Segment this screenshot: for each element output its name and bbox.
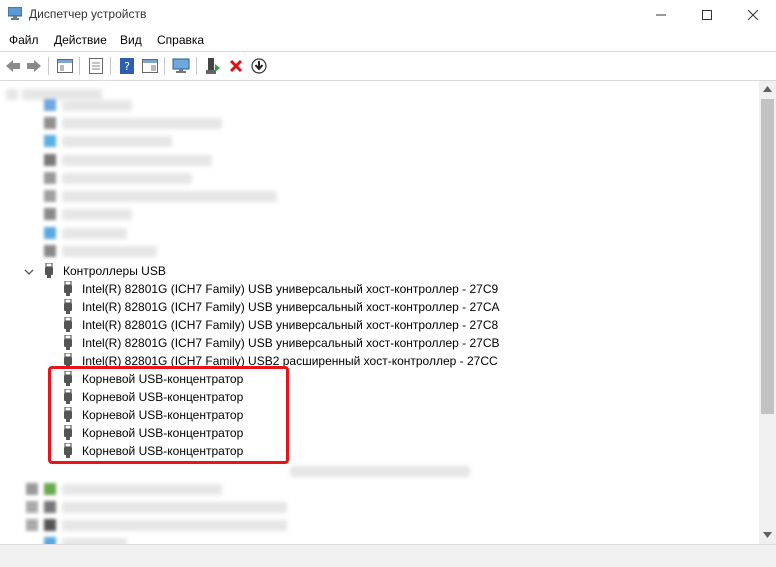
toolbar: ? xyxy=(0,51,776,81)
scroll-up-icon[interactable] xyxy=(763,86,772,92)
back-button[interactable] xyxy=(3,56,23,76)
device-label: Корневой USB-концентратор xyxy=(82,408,244,422)
maximize-button[interactable] xyxy=(684,0,730,30)
tree-row-blurred[interactable] xyxy=(0,480,759,498)
close-button[interactable] xyxy=(730,0,776,30)
tree-device-row[interactable]: Intel(R) 82801G (ICH7 Family) USB2 расши… xyxy=(0,352,759,370)
tree-row-blurred[interactable] xyxy=(0,96,759,114)
usb-plug-icon xyxy=(64,371,72,386)
tree-device-row[interactable]: Intel(R) 82801G (ICH7 Family) USB универ… xyxy=(0,334,759,352)
tree-row-blurred[interactable] xyxy=(0,224,759,242)
uninstall-device-button[interactable] xyxy=(226,56,246,76)
tree-row-blurred[interactable] xyxy=(0,462,759,480)
update-driver-icon xyxy=(206,58,220,74)
usb-plug-icon xyxy=(64,299,72,314)
status-bar xyxy=(0,544,776,567)
help-button[interactable]: ? xyxy=(117,56,137,76)
device-tree: Контроллеры USB Intel(R) 82801G (ICH7 Fa… xyxy=(0,81,759,544)
tree-row-blurred[interactable] xyxy=(0,242,759,260)
device-label: Intel(R) 82801G (ICH7 Family) USB универ… xyxy=(82,318,499,332)
menu-help[interactable]: Справка xyxy=(157,33,204,47)
device-label: Intel(R) 82801G (ICH7 Family) USB2 расши… xyxy=(82,354,498,368)
usb-plug-icon xyxy=(64,281,72,296)
close-icon xyxy=(748,10,758,20)
download-circle-icon xyxy=(251,58,267,74)
action-pane-icon xyxy=(142,59,158,73)
device-label: Корневой USB-концентратор xyxy=(82,372,244,386)
scrollbar-thumb[interactable] xyxy=(761,99,774,414)
forward-button[interactable] xyxy=(24,56,44,76)
update-driver-button[interactable] xyxy=(203,56,223,76)
action-pane-button[interactable] xyxy=(140,56,160,76)
menu-bar: Файл Действие Вид Справка xyxy=(0,30,776,51)
device-label: Корневой USB-концентратор xyxy=(82,426,244,440)
usb-plug-icon xyxy=(64,443,72,458)
console-tree-icon xyxy=(57,59,73,73)
disable-device-button[interactable] xyxy=(249,56,269,76)
chevron-down-icon[interactable] xyxy=(24,267,34,277)
tree-device-row[interactable]: Корневой USB-концентратор xyxy=(0,424,759,442)
vertical-scrollbar[interactable] xyxy=(759,81,776,544)
tree-row-blurred[interactable] xyxy=(0,114,759,132)
forward-arrow-icon xyxy=(27,60,41,72)
tree-device-row[interactable]: Корневой USB-концентратор xyxy=(0,388,759,406)
properties-button[interactable] xyxy=(86,56,106,76)
tree-category-usb-controllers[interactable]: Контроллеры USB xyxy=(0,262,759,280)
back-arrow-icon xyxy=(6,60,20,72)
svg-text:?: ? xyxy=(124,60,130,73)
minimize-button[interactable] xyxy=(638,0,684,30)
menu-view[interactable]: Вид xyxy=(120,33,142,47)
help-icon: ? xyxy=(120,58,134,74)
tree-row-blurred[interactable] xyxy=(0,498,759,516)
title-bar: Диспетчер устройств xyxy=(0,0,776,30)
device-label: Intel(R) 82801G (ICH7 Family) USB универ… xyxy=(82,336,500,350)
usb-plug-icon xyxy=(64,425,72,440)
monitor-icon xyxy=(172,58,190,73)
window-title: Диспетчер устройств xyxy=(29,7,147,21)
usb-plug-icon xyxy=(64,335,72,350)
tree-device-row[interactable]: Корневой USB-концентратор xyxy=(0,370,759,388)
maximize-icon xyxy=(702,10,712,20)
device-manager-icon xyxy=(8,7,22,20)
device-label: Корневой USB-концентратор xyxy=(82,390,244,404)
tree-row-blurred[interactable] xyxy=(0,169,759,187)
category-label: Контроллеры USB xyxy=(63,264,166,278)
tree-row-blurred[interactable] xyxy=(0,151,759,169)
scan-hardware-button[interactable] xyxy=(171,56,191,76)
scroll-down-icon[interactable] xyxy=(763,532,772,538)
tree-row-blurred[interactable] xyxy=(0,516,759,534)
tree-device-row[interactable]: Intel(R) 82801G (ICH7 Family) USB универ… xyxy=(0,280,759,298)
device-label: Intel(R) 82801G (ICH7 Family) USB универ… xyxy=(82,300,500,314)
tree-device-row[interactable]: Intel(R) 82801G (ICH7 Family) USB универ… xyxy=(0,298,759,316)
usb-plug-icon xyxy=(64,353,72,368)
menu-action[interactable]: Действие xyxy=(54,33,107,47)
minimize-icon xyxy=(656,14,666,16)
menu-file[interactable]: Файл xyxy=(9,33,39,47)
device-label: Intel(R) 82801G (ICH7 Family) USB универ… xyxy=(82,282,499,296)
tree-device-row[interactable]: Корневой USB-концентратор xyxy=(0,442,759,460)
tree-row-blurred[interactable] xyxy=(0,132,759,150)
show-hide-console-tree-button[interactable] xyxy=(55,56,75,76)
usb-plug-icon xyxy=(64,317,72,332)
device-label: Корневой USB-концентратор xyxy=(82,444,244,458)
tree-device-row[interactable]: Intel(R) 82801G (ICH7 Family) USB универ… xyxy=(0,316,759,334)
tree-row-blurred[interactable] xyxy=(0,205,759,223)
properties-icon xyxy=(89,58,103,74)
tree-row-blurred[interactable] xyxy=(0,534,759,544)
usb-plug-icon xyxy=(64,389,72,404)
delete-x-icon xyxy=(229,59,243,73)
usb-plug-icon xyxy=(45,263,53,278)
tree-device-row[interactable]: Корневой USB-концентратор xyxy=(0,406,759,424)
usb-plug-icon xyxy=(64,407,72,422)
tree-row-blurred[interactable] xyxy=(0,187,759,205)
